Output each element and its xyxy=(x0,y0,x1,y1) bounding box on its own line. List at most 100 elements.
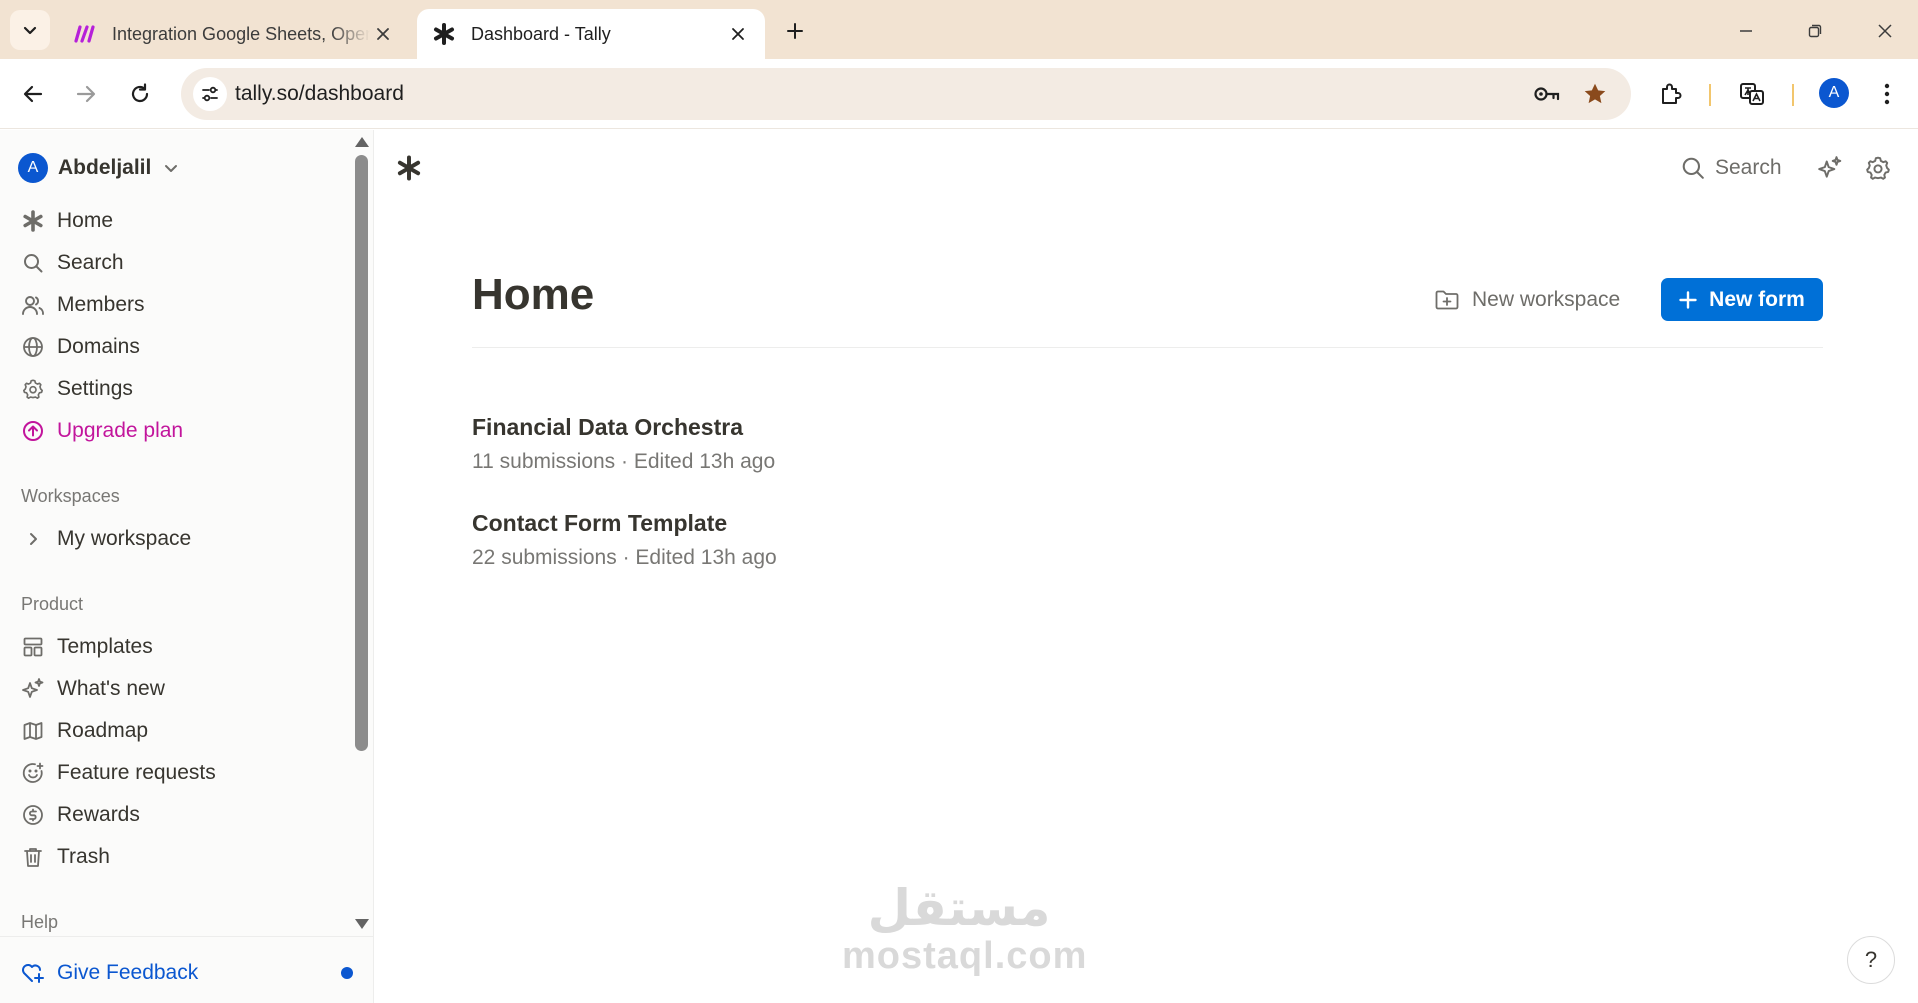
top-search-label: Search xyxy=(1715,156,1782,179)
sidebar-item-trash[interactable]: Trash xyxy=(20,840,110,874)
browser-menu-button[interactable] xyxy=(1869,76,1905,112)
watermark-latin: mostaql.com xyxy=(842,935,1088,977)
workspaces-section-label: Workspaces xyxy=(21,486,120,506)
sidebar-item-home[interactable]: Home xyxy=(20,204,113,238)
sidebar-item-feature-requests[interactable]: Feature requests xyxy=(20,756,216,790)
translate-icon xyxy=(1740,83,1764,105)
back-button[interactable] xyxy=(14,75,52,113)
sidebar-item-roadmap[interactable]: Roadmap xyxy=(20,714,148,748)
smile-icon xyxy=(20,760,46,786)
gear-icon xyxy=(20,376,46,402)
sidebar-footer-divider xyxy=(0,936,374,937)
more-vertical-icon xyxy=(1884,83,1890,105)
page-title: Home xyxy=(472,270,595,319)
user-avatar: A xyxy=(18,153,48,183)
close-window-button[interactable] xyxy=(1868,14,1902,48)
settings-button[interactable] xyxy=(1861,151,1895,185)
form-name[interactable]: Contact Form Template xyxy=(472,508,777,538)
new-form-button[interactable]: New form xyxy=(1661,278,1823,321)
reload-button[interactable] xyxy=(121,75,159,113)
form-name[interactable]: Financial Data Orchestra xyxy=(472,412,775,442)
sidebar-item-label: Roadmap xyxy=(57,719,149,742)
notification-dot xyxy=(341,967,353,979)
browser-tab-tally[interactable]: Dashboard - Tally xyxy=(417,9,765,59)
puzzle-icon xyxy=(1662,83,1682,104)
sidebar-item-search[interactable]: Search xyxy=(20,246,124,280)
gear-icon xyxy=(1866,156,1890,180)
sidebar-item-domains[interactable]: Domains xyxy=(20,330,140,364)
url-text[interactable]: tally.so/dashboard xyxy=(235,68,404,120)
new-form-label: New form xyxy=(1709,287,1805,311)
forward-button[interactable] xyxy=(67,75,105,113)
form-list-item[interactable]: Contact Form Template 22 submissions · E… xyxy=(472,508,777,572)
chevron-down-icon xyxy=(163,160,179,176)
form-list-item[interactable]: Financial Data Orchestra 11 submissions … xyxy=(472,412,775,476)
sidebar-item-upgrade-plan[interactable]: Upgrade plan xyxy=(20,414,183,448)
sidebar-item-label: Search xyxy=(57,251,124,274)
give-feedback-button[interactable]: Give Feedback xyxy=(20,956,198,990)
extensions-button[interactable] xyxy=(1653,76,1689,112)
tab-title: Dashboard - Tally xyxy=(471,23,611,44)
tally-star-icon xyxy=(20,208,46,234)
mostaql-watermark: مستقل mostaql.com xyxy=(842,880,1088,977)
tab-search-button[interactable] xyxy=(10,10,50,50)
sidebar-item-label: Rewards xyxy=(57,803,140,826)
sidebar-item-label: Settings xyxy=(57,377,133,400)
sidebar-item-label: What's new xyxy=(57,677,165,700)
workspace-user-switcher[interactable]: A Abdeljalil xyxy=(18,153,179,183)
scroll-down-arrow-icon[interactable] xyxy=(355,919,369,929)
new-workspace-label: New workspace xyxy=(1472,288,1621,311)
sidebar-item-label: Home xyxy=(57,209,114,232)
form-meta: 22 submissions · Edited 13h ago xyxy=(472,546,777,569)
header-divider xyxy=(472,347,1823,348)
close-tab-icon[interactable] xyxy=(370,21,396,47)
browser-toolbar: tally.so/dashboard A xyxy=(0,59,1918,129)
sidebar-scroll-thumb[interactable] xyxy=(355,155,368,751)
sidebar-item-whats-new[interactable]: What's new xyxy=(20,672,165,706)
sidebar-item-members[interactable]: Members xyxy=(20,288,145,322)
sidebar-item-templates[interactable]: Templates xyxy=(20,630,153,664)
sidebar-item-label: Domains xyxy=(57,335,140,358)
sidebar-item-settings[interactable]: Settings xyxy=(20,372,133,406)
restore-icon xyxy=(1808,24,1822,38)
help-section-label: Help xyxy=(21,912,59,932)
browser-tab-make[interactable]: Integration Google Sheets, OpenAI xyxy=(58,9,410,59)
address-bar[interactable]: tally.so/dashboard xyxy=(181,68,1631,120)
new-workspace-button[interactable]: New workspace xyxy=(1434,282,1620,318)
restore-window-button[interactable] xyxy=(1798,14,1832,48)
help-button[interactable]: ? xyxy=(1847,936,1895,984)
toolbar-separator xyxy=(1709,84,1711,106)
make-logo-icon xyxy=(72,21,98,47)
whats-new-button[interactable] xyxy=(1813,151,1847,185)
toolbar-separator xyxy=(1792,84,1794,106)
sidebar-item-rewards[interactable]: Rewards xyxy=(20,798,140,832)
user-name: Abdeljalil xyxy=(58,156,152,179)
search-icon xyxy=(20,250,46,276)
trash-icon xyxy=(20,844,46,870)
minimize-icon xyxy=(1740,30,1752,32)
new-tab-button[interactable] xyxy=(778,14,812,48)
top-search-button[interactable]: Search xyxy=(1681,150,1782,186)
chevron-right-icon[interactable] xyxy=(20,526,46,552)
reload-icon xyxy=(131,83,149,103)
tally-logo-icon[interactable] xyxy=(393,152,425,184)
scroll-up-arrow-icon[interactable] xyxy=(355,137,369,147)
sidebar-item-label: Templates xyxy=(57,635,153,658)
sidebar-item-my-workspace[interactable]: My workspace xyxy=(20,522,191,556)
key-icon xyxy=(1534,87,1560,101)
browser-profile-avatar[interactable]: A xyxy=(1819,78,1849,108)
bookmark-star-button[interactable] xyxy=(1580,79,1610,109)
translate-button[interactable] xyxy=(1734,76,1770,112)
give-feedback-label: Give Feedback xyxy=(57,961,199,984)
sparkles-icon xyxy=(1818,156,1842,178)
heart-plus-icon xyxy=(20,960,46,986)
minimize-window-button[interactable] xyxy=(1729,14,1763,48)
sidebar-item-label: Trash xyxy=(57,845,110,868)
sparkles-icon xyxy=(20,676,46,702)
search-icon xyxy=(1681,156,1705,180)
close-tab-icon[interactable] xyxy=(725,21,751,47)
password-key-button[interactable] xyxy=(1532,79,1562,109)
tally-logo-icon xyxy=(431,21,457,47)
sidebar-item-label: Members xyxy=(57,293,145,316)
site-info-button[interactable] xyxy=(193,77,227,111)
